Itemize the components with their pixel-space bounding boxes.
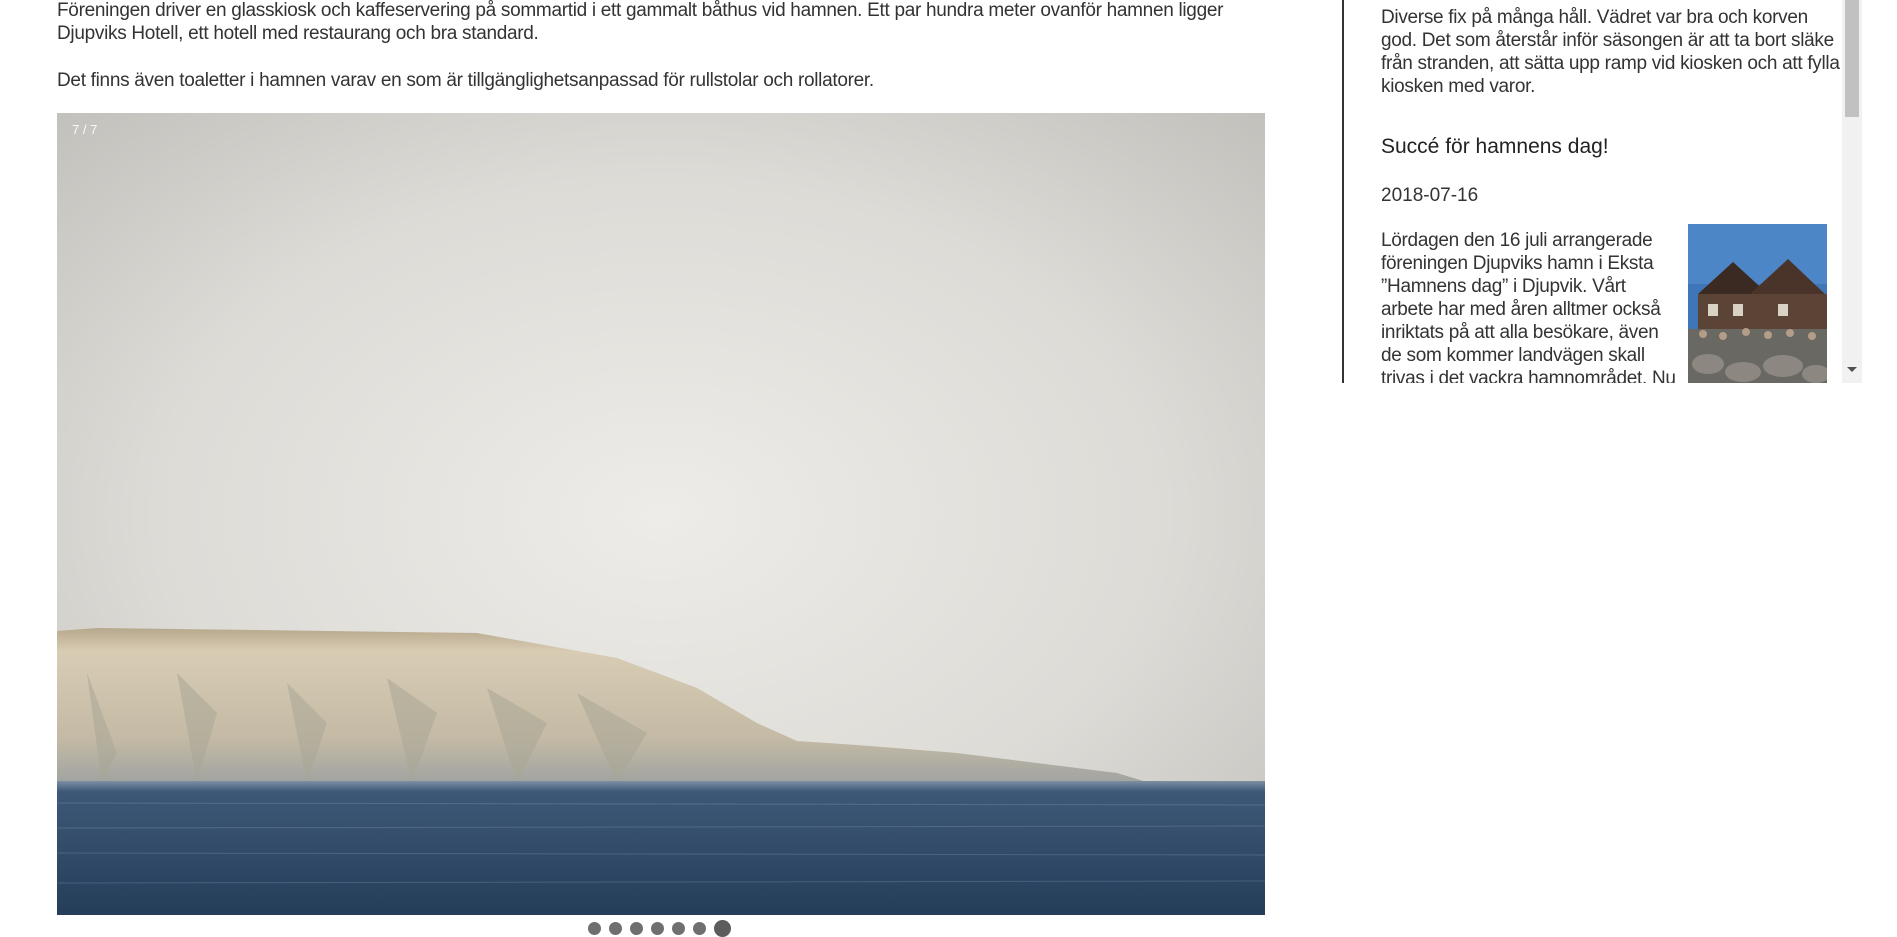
toilet-paragraph: Det finns även toaletter i hamnen varav … — [57, 70, 874, 91]
photo-slideshow[interactable]: 7 / 7 — [57, 113, 1265, 915]
slide-dot-3[interactable] — [630, 922, 643, 935]
slide-dot-1[interactable] — [588, 922, 601, 935]
post-title[interactable]: Succé för hamnens dag! — [1381, 135, 1609, 159]
post-thumbnail[interactable] — [1688, 224, 1827, 383]
harbor-day-photo — [1688, 224, 1827, 383]
slide-dot-4[interactable] — [651, 922, 664, 935]
intro-paragraph: Föreningen driver en glasskiosk och kaff… — [57, 0, 1224, 44]
scrollbar-thumb[interactable] — [1845, 0, 1859, 117]
coastal-cliff-photo — [57, 113, 1265, 915]
post-date: 2018-07-16 — [1381, 185, 1479, 206]
slide-counter: 7 / 7 — [72, 122, 98, 137]
slide-dot-5[interactable] — [672, 922, 685, 935]
scroll-down-arrow-icon[interactable] — [1847, 367, 1857, 372]
post-excerpt: Lördagen den 16 juli arrangerade förenin… — [1381, 230, 1676, 383]
slide-dot-2[interactable] — [609, 922, 622, 935]
slide-dot-7-active[interactable] — [714, 920, 731, 937]
previous-post-text: Diverse fix på många håll. Vädret var br… — [1381, 7, 1840, 97]
sidebar-scrollbar[interactable] — [1842, 0, 1862, 383]
slide-dot-6[interactable] — [693, 922, 706, 935]
slideshow-pagination — [588, 920, 731, 937]
